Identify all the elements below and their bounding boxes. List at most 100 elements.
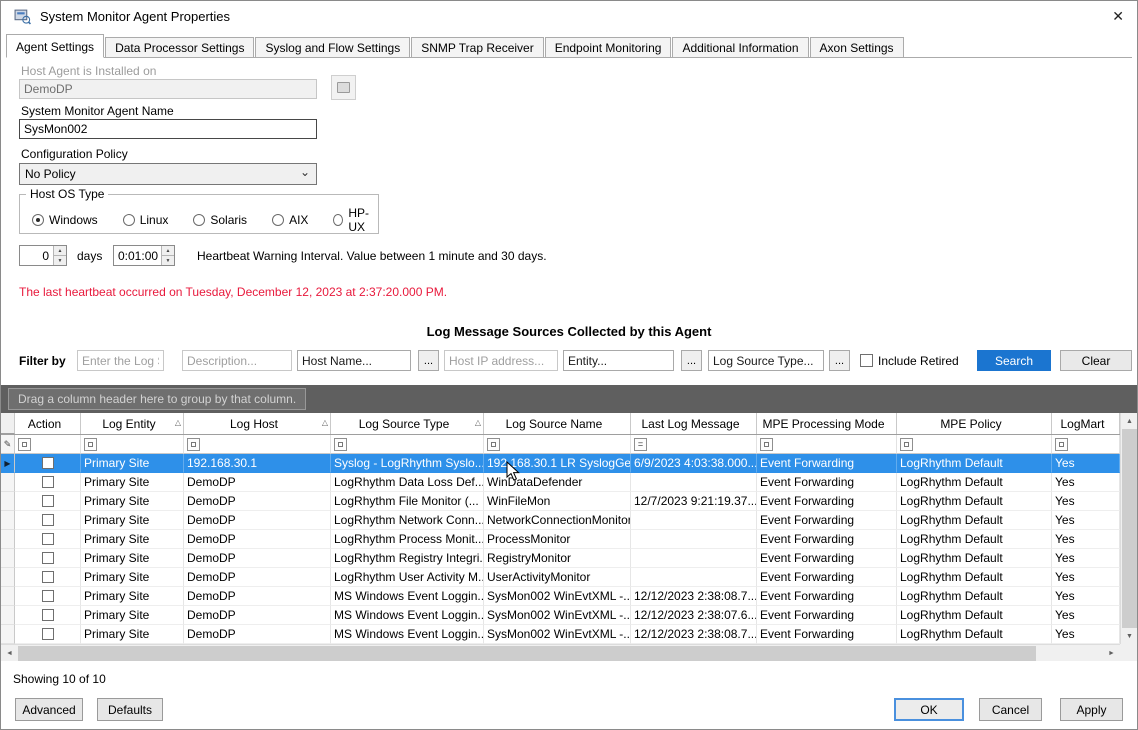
os-option-hp-ux[interactable]: HP-UX (333, 206, 378, 234)
grid-cell[interactable]: DemoDP (184, 606, 331, 625)
table-row[interactable]: Primary SiteDemoDPLogRhythm File Monitor… (1, 492, 1137, 511)
grid-cell[interactable]: 192.168.30.1 (184, 454, 331, 473)
table-row[interactable]: ▶Primary Site192.168.30.1Syslog - LogRhy… (1, 454, 1137, 473)
grid-cell[interactable]: Yes (1052, 568, 1120, 587)
grid-cell[interactable]: LogRhythm Process Monit... (331, 530, 484, 549)
spin-down-icon[interactable]: ▼ (54, 256, 66, 265)
row-checkbox[interactable] (42, 457, 54, 469)
column-header-log-source-type[interactable]: Log Source Type△ (331, 413, 484, 434)
grid-cell[interactable]: Event Forwarding (757, 587, 897, 606)
grid-cell[interactable]: NetworkConnectionMonitor (484, 511, 631, 530)
grid-cell[interactable]: LogRhythm Network Conn... (331, 511, 484, 530)
filter-cell-logmart[interactable] (1052, 435, 1120, 454)
grid-cell[interactable] (631, 473, 757, 492)
advanced-button[interactable]: Advanced (15, 698, 83, 721)
log-source-filter-input[interactable] (77, 350, 164, 371)
table-row[interactable]: Primary SiteDemoDPMS Windows Event Loggi… (1, 625, 1137, 644)
grid-cell[interactable]: LogRhythm Default (897, 473, 1052, 492)
column-header-mpe-processing-mode[interactable]: MPE Processing Mode (757, 413, 897, 434)
filter-cell-mpe-policy[interactable] (897, 435, 1052, 454)
grid-cell[interactable]: Event Forwarding (757, 454, 897, 473)
row-checkbox[interactable] (42, 533, 54, 545)
grid-cell[interactable]: LogRhythm File Monitor (... (331, 492, 484, 511)
grid-cell[interactable]: LogRhythm Default (897, 454, 1052, 473)
tab-data-processor-settings[interactable]: Data Processor Settings (105, 37, 254, 57)
row-checkbox[interactable] (42, 514, 54, 526)
column-header-logmart[interactable]: LogMart (1052, 413, 1120, 434)
log-source-type-filter-input[interactable] (708, 350, 824, 371)
column-header-mpe-policy[interactable]: MPE Policy (897, 413, 1052, 434)
heartbeat-interval-spinner[interactable]: 0:01:00 ▲ ▼ (113, 245, 175, 266)
grid-cell[interactable]: LogRhythm Default (897, 511, 1052, 530)
grid-cell[interactable]: Primary Site (81, 549, 184, 568)
host-agent-input[interactable] (19, 79, 317, 99)
row-checkbox[interactable] (42, 571, 54, 583)
grid-cell[interactable]: Primary Site (81, 454, 184, 473)
table-row[interactable]: Primary SiteDemoDPLogRhythm User Activit… (1, 568, 1137, 587)
grid-cell[interactable]: DemoDP (184, 587, 331, 606)
grid-cell[interactable]: Primary Site (81, 568, 184, 587)
grid-cell[interactable]: Primary Site (81, 587, 184, 606)
vertical-scrollbar-thumb[interactable] (1122, 429, 1137, 628)
host-name-filter-input[interactable] (297, 350, 411, 371)
grid-cell[interactable]: DemoDP (184, 549, 331, 568)
filter-cell-log-host[interactable] (184, 435, 331, 454)
grid-cell[interactable]: MS Windows Event Loggin... (331, 587, 484, 606)
row-checkbox[interactable] (42, 552, 54, 564)
spin-up-icon[interactable]: ▲ (162, 246, 174, 256)
grid-cell[interactable]: 12/7/2023 9:21:19.37... (631, 492, 757, 511)
column-header-last-log-message[interactable]: Last Log Message (631, 413, 757, 434)
grid-cell[interactable] (631, 511, 757, 530)
grid-cell[interactable]: DemoDP (184, 492, 331, 511)
log-source-type-browse-button[interactable]: ... (829, 350, 850, 371)
action-cell[interactable] (15, 625, 81, 644)
grid-cell[interactable]: Event Forwarding (757, 492, 897, 511)
grid-cell[interactable]: Primary Site (81, 530, 184, 549)
include-retired-checkbox[interactable] (860, 354, 873, 367)
scroll-down-icon[interactable]: ▼ (1121, 628, 1138, 644)
grid-cell[interactable]: 12/12/2023 2:38:07.6... (631, 606, 757, 625)
action-cell[interactable] (15, 492, 81, 511)
os-option-linux[interactable]: Linux (123, 213, 169, 227)
spin-down-icon[interactable]: ▼ (162, 256, 174, 265)
apply-button[interactable]: Apply (1060, 698, 1123, 721)
grid-cell[interactable]: Event Forwarding (757, 625, 897, 644)
grid-cell[interactable]: Primary Site (81, 625, 184, 644)
grid-cell[interactable]: LogRhythm User Activity M... (331, 568, 484, 587)
grid-cell[interactable]: Event Forwarding (757, 530, 897, 549)
grid-cell[interactable]: Event Forwarding (757, 606, 897, 625)
grid-cell[interactable]: SysMon002 WinEvtXML -... (484, 625, 631, 644)
grid-cell[interactable]: SysMon002 WinEvtXML -... (484, 606, 631, 625)
filter-cell-log-source-name[interactable] (484, 435, 631, 454)
filter-cell-log-source-type[interactable] (331, 435, 484, 454)
vertical-scrollbar[interactable]: ▲ ▼ (1120, 413, 1137, 644)
grid-cell[interactable]: DemoDP (184, 568, 331, 587)
horizontal-scrollbar[interactable]: ◄ ► (1, 644, 1120, 661)
table-row[interactable]: Primary SiteDemoDPMS Windows Event Loggi… (1, 587, 1137, 606)
grid-cell[interactable]: Yes (1052, 549, 1120, 568)
grid-cell[interactable]: 12/12/2023 2:38:08.7... (631, 587, 757, 606)
action-cell[interactable] (15, 511, 81, 530)
grid-cell[interactable]: RegistryMonitor (484, 549, 631, 568)
grid-cell[interactable]: DemoDP (184, 473, 331, 492)
table-row[interactable]: Primary SiteDemoDPLogRhythm Network Conn… (1, 511, 1137, 530)
grid-cell[interactable] (631, 530, 757, 549)
row-checkbox[interactable] (42, 495, 54, 507)
tab-endpoint-monitoring[interactable]: Endpoint Monitoring (545, 37, 672, 57)
spin-up-icon[interactable]: ▲ (54, 246, 66, 256)
grid-cell[interactable]: 12/12/2023 2:38:08.7... (631, 625, 757, 644)
scroll-right-icon[interactable]: ► (1103, 645, 1120, 662)
column-header-log-source-name[interactable]: Log Source Name (484, 413, 631, 434)
grid-cell[interactable]: Event Forwarding (757, 568, 897, 587)
tab-snmp-trap-receiver[interactable]: SNMP Trap Receiver (411, 37, 543, 57)
grid-cell[interactable]: Yes (1052, 492, 1120, 511)
action-cell[interactable] (15, 530, 81, 549)
grid-cell[interactable]: LogRhythm Default (897, 492, 1052, 511)
grid-cell[interactable]: Primary Site (81, 492, 184, 511)
grid-cell[interactable]: Yes (1052, 530, 1120, 549)
grid-cell[interactable]: Yes (1052, 606, 1120, 625)
table-row[interactable]: Primary SiteDemoDPLogRhythm Data Loss De… (1, 473, 1137, 492)
grid-cell[interactable]: DemoDP (184, 625, 331, 644)
os-option-aix[interactable]: AIX (272, 213, 308, 227)
column-header-log-entity[interactable]: Log Entity△ (81, 413, 184, 434)
